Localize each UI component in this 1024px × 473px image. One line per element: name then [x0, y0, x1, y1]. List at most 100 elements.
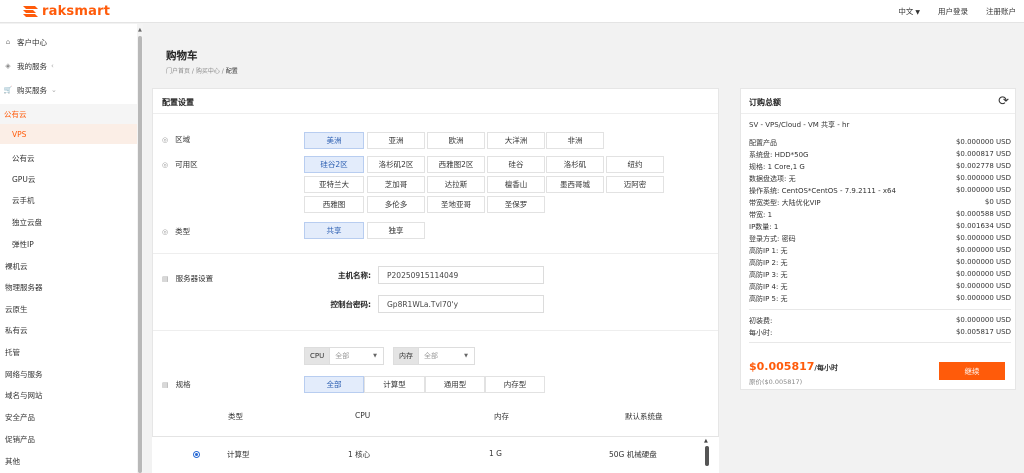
- sidebar-item-bare-metal[interactable]: 裸机云: [0, 256, 137, 276]
- hostname-field[interactable]: P20250915114049: [378, 266, 544, 284]
- sidebar-item-physical-server[interactable]: 物理服务器: [0, 277, 137, 297]
- column-header-type: 类型: [228, 412, 243, 421]
- region-option-africa[interactable]: 非洲: [546, 132, 604, 149]
- sidebar-item-label: 裸机云: [5, 261, 28, 271]
- sidebar-item-promotions[interactable]: 促销产品: [0, 429, 137, 449]
- zone-option[interactable]: 硅谷2区: [304, 156, 364, 173]
- summary-line: 带宽: 1 $0.000588 USD: [749, 210, 1011, 220]
- type-option-dedicated[interactable]: 独享: [367, 222, 425, 239]
- region-option-americas[interactable]: 美洲: [304, 132, 364, 149]
- sidebar-item-private-cloud[interactable]: 私有云: [0, 320, 137, 340]
- sidebar-item-security[interactable]: 安全产品: [0, 407, 137, 427]
- line-value: $0.000000 USD: [955, 186, 1011, 194]
- region-option-asia[interactable]: 亚洲: [367, 132, 425, 149]
- sidebar-item-cloud-phone[interactable]: 云手机: [0, 190, 137, 210]
- login-link[interactable]: 用户登录: [938, 6, 968, 17]
- breadcrumb-buy-center[interactable]: 购买中心: [196, 68, 220, 75]
- zone-option[interactable]: 圣保罗: [487, 196, 545, 213]
- cpu-filter-select[interactable]: CPU 全部 ▼: [304, 347, 384, 365]
- summary-line: 高防IP 5: 无 $0.000000 USD: [749, 294, 1011, 304]
- sidebar-item-cloud-disk[interactable]: 独立云盘: [0, 212, 137, 232]
- summary-line: 高防IP 3: 无 $0.000000 USD: [749, 270, 1011, 280]
- zone-option[interactable]: 迈阿密: [606, 176, 664, 193]
- zone-option[interactable]: 墨西哥城: [546, 176, 604, 193]
- summary-line: 高防IP 1: 无 $0.000000 USD: [749, 246, 1011, 256]
- brand-logo[interactable]: raksmart: [22, 3, 110, 20]
- line-label: 高防IP 3: 无: [749, 271, 788, 279]
- breadcrumb-home[interactable]: 门户首页: [166, 68, 190, 75]
- register-link[interactable]: 注册账户: [986, 6, 1016, 17]
- line-label: IP数量: 1: [749, 223, 779, 231]
- sidebar-item-network-services[interactable]: 网络与服务: [0, 364, 137, 384]
- line-label: 配置产品: [749, 139, 777, 147]
- zone-option[interactable]: 达拉斯: [427, 176, 485, 193]
- region-label: 区域: [175, 135, 191, 144]
- sidebar-item-label: 独立云盘: [12, 217, 42, 227]
- total-unit: /每小时: [814, 364, 838, 372]
- line-value: $0.000000 USD: [955, 282, 1011, 290]
- zone-option[interactable]: 芝加哥: [367, 176, 425, 193]
- total-amount: $0.005817: [749, 360, 815, 373]
- hostname-label: 主机名称:: [338, 271, 371, 280]
- sidebar-item-buy-services[interactable]: 🛒 购买服务 ⌄: [0, 80, 137, 100]
- console-password-field[interactable]: Gp8R1WLa.Tvl70'y: [378, 295, 544, 313]
- sidebar-item-other[interactable]: 其他: [0, 451, 137, 471]
- sidebar-item-cloud-native[interactable]: 云原生: [0, 299, 137, 319]
- sidebar-item-hosting[interactable]: 托管: [0, 342, 137, 362]
- row-radio[interactable]: [193, 451, 200, 458]
- sidebar-item-label: 公有云: [4, 109, 27, 119]
- hourly-line: 每小时: $0.005817 USD: [749, 328, 1011, 338]
- scrollbar-thumb[interactable]: [705, 446, 709, 466]
- scroll-up-icon[interactable]: ▲: [704, 438, 708, 444]
- top-nav: 中文 ▼ 用户登录 注册账户: [898, 0, 1016, 23]
- cpu-filter-value: 全部: [335, 352, 350, 360]
- region-option-oceania[interactable]: 大洋洲: [487, 132, 545, 149]
- sidebar-item-public-cloud-group[interactable]: 公有云: [0, 104, 137, 124]
- scroll-up-icon[interactable]: ▲: [138, 27, 142, 33]
- memory-filter-select[interactable]: 内存 全部 ▼: [393, 347, 475, 365]
- sidebar-item-label: 促销产品: [5, 434, 35, 444]
- spec-tab-memory[interactable]: 内存型: [485, 376, 545, 393]
- zone-option[interactable]: 纽约: [606, 156, 664, 173]
- chevron-down-icon: ▼: [464, 353, 468, 359]
- breadcrumb: 门户首页 / 购买中心 / 配置: [166, 68, 238, 75]
- sidebar-item-my-services[interactable]: ◈ 我的服务 ‹: [0, 56, 137, 76]
- sidebar-item-label: VPS: [12, 129, 27, 139]
- sidebar-item-public-cloud[interactable]: 公有云: [0, 148, 137, 168]
- sidebar-item-gpu-cloud[interactable]: GPU云: [0, 169, 137, 189]
- zone-option[interactable]: 硅谷: [487, 156, 545, 173]
- original-price: 原价($0.005817): [749, 378, 803, 386]
- spec-tab-general[interactable]: 通用型: [425, 376, 485, 393]
- config-panel: 配置设置 ◎ 区域 美洲 亚洲 欧洲 大洋洲 非洲 ◎ 可用区 硅谷2区 洛杉矶2区…: [152, 88, 719, 473]
- zone-option[interactable]: 西雅图2区: [427, 156, 485, 173]
- zone-option[interactable]: 多伦多: [367, 196, 425, 213]
- page-title: 购物车: [166, 50, 198, 62]
- brand-name: raksmart: [42, 4, 111, 19]
- zone-option[interactable]: 檀香山: [487, 176, 545, 193]
- column-header-cpu: CPU: [355, 411, 371, 420]
- zone-option[interactable]: 圣地亚哥: [427, 196, 485, 213]
- zone-option[interactable]: 洛杉矶2区: [367, 156, 425, 173]
- spec-tab-compute[interactable]: 计算型: [364, 376, 425, 393]
- sidebar-item-elastic-ip[interactable]: 弹性IP: [0, 234, 137, 254]
- refresh-icon[interactable]: ⟳: [998, 94, 1009, 109]
- continue-button[interactable]: 继续: [939, 362, 1005, 380]
- table-scrollbar[interactable]: ▲: [704, 438, 710, 473]
- type-option-shared[interactable]: 共享: [304, 222, 364, 239]
- sidebar-item-vps[interactable]: VPS: [0, 124, 137, 144]
- sidebar-scrollbar[interactable]: ▲: [137, 24, 143, 473]
- summary-line: 配置产品 $0.000000 USD: [749, 138, 1011, 148]
- spec-tab-all[interactable]: 全部: [304, 376, 364, 393]
- sidebar-item-customer-center[interactable]: ⌂ 客户中心: [0, 32, 137, 52]
- region-option-europe[interactable]: 欧洲: [427, 132, 485, 149]
- table-row[interactable]: 计算型 1 核心 1 G 50G 机械硬盘: [152, 436, 719, 473]
- sidebar-item-domains[interactable]: 域名与网站: [0, 385, 137, 405]
- zone-option[interactable]: 亚特兰大: [304, 176, 364, 193]
- line-label: 高防IP 4: 无: [749, 283, 788, 291]
- zone-option[interactable]: 西雅图: [304, 196, 364, 213]
- scrollbar-thumb[interactable]: [138, 36, 142, 473]
- language-select[interactable]: 中文 ▼: [898, 6, 920, 17]
- summary-line: 系统盘: HDD*50G $0.000817 USD: [749, 150, 1011, 160]
- zone-option[interactable]: 洛杉矶: [546, 156, 604, 173]
- home-icon: ⌂: [5, 38, 11, 46]
